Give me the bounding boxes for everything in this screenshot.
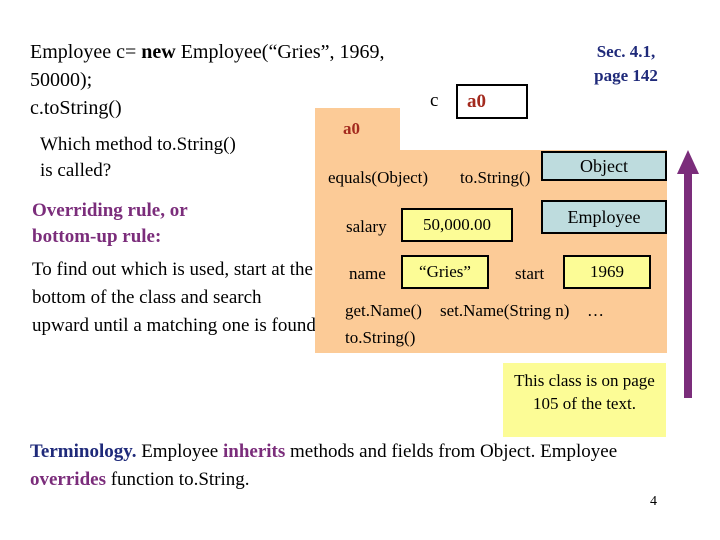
field-value-salary: 50,000.00 bbox=[401, 208, 513, 242]
field-row-name-start: name “Gries” start 1969 bbox=[315, 253, 667, 293]
page-reference-callout: This class is on page 105 of the text. bbox=[503, 363, 666, 437]
rule-heading-line-1: Overriding rule, or bbox=[32, 200, 188, 221]
object-diagram-tab: a0 bbox=[315, 108, 400, 153]
page-number: 4 bbox=[650, 494, 657, 509]
variable-value-box-c: a0 bbox=[456, 84, 528, 119]
terminology-keyword-inherits: inherits bbox=[222, 441, 286, 462]
section-reference-line-2: page 142 bbox=[594, 66, 658, 85]
method-getname: get.Name() bbox=[345, 301, 422, 320]
rule-heading-line-2: bottom-up rule: bbox=[32, 226, 162, 247]
method-tostring-employee: to.String() bbox=[345, 328, 416, 347]
terminology-part-3: function to.String. bbox=[105, 469, 250, 490]
class-label-employee: Employee bbox=[541, 200, 667, 234]
terminology-text: Terminology. Employee inherits methods a… bbox=[30, 438, 670, 494]
employee-methods-row: get.Name() set.Name(String n) … to.Strin… bbox=[315, 297, 667, 353]
class-label-object: Object bbox=[541, 151, 667, 181]
question-line-1: Which method to.String() bbox=[40, 134, 236, 155]
field-value-name: “Gries” bbox=[401, 255, 489, 289]
field-value-start: 1969 bbox=[563, 255, 651, 289]
field-label-start: start bbox=[515, 264, 545, 283]
method-setname: set.Name(String n) bbox=[440, 301, 570, 320]
field-label-salary: salary bbox=[346, 217, 387, 236]
slide-canvas: Employee c= new Employee(“Gries”, 1969, … bbox=[0, 0, 720, 540]
variable-label-c: c bbox=[430, 90, 439, 111]
code-line-1: Employee c= new Employee(“Gries”, 1969, … bbox=[30, 38, 450, 94]
object-id-label: a0 bbox=[343, 119, 360, 138]
question-text: Which method to.String() is called? bbox=[40, 132, 310, 184]
section-reference-line-1: Sec. 4.1, bbox=[596, 42, 656, 61]
terminology-lead: Terminology. bbox=[30, 441, 137, 462]
field-label-name: name bbox=[349, 264, 386, 283]
method-tostring-object: to.String() bbox=[460, 168, 531, 187]
variable-value-c: a0 bbox=[467, 91, 486, 112]
code-keyword-new: new bbox=[141, 41, 176, 63]
upward-arrow-icon bbox=[677, 150, 699, 398]
code-line-1-pre: Employee c= bbox=[30, 41, 142, 63]
rule-body-text: To find out which is used, start at the … bbox=[32, 259, 321, 336]
question-line-2: is called? bbox=[40, 160, 112, 181]
method-equals: equals(Object) bbox=[328, 168, 429, 187]
terminology-keyword-overrides: overrides bbox=[30, 469, 106, 490]
method-ellipsis: … bbox=[587, 301, 604, 320]
terminology-part-1: Employee bbox=[136, 441, 223, 462]
rule-heading: Overriding rule, or bottom-up rule: bbox=[32, 198, 312, 250]
terminology-part-2: methods and fields from Object. Employee bbox=[285, 441, 618, 462]
section-reference-note: Sec. 4.1, page 142 bbox=[556, 40, 696, 88]
